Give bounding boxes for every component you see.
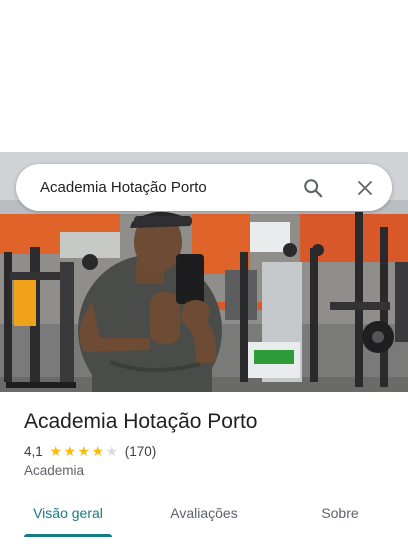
place-info: Academia Hotação Porto 4,1 ★ ★ ★ ★ ★ (170) A… bbox=[24, 408, 392, 478]
star-icon: ★ bbox=[105, 443, 119, 459]
search-bar[interactable]: Academia Hotação Porto bbox=[16, 164, 392, 211]
tab-avaliacoes[interactable]: Avaliações bbox=[136, 496, 272, 540]
close-icon[interactable] bbox=[351, 174, 379, 202]
review-count[interactable]: (170) bbox=[125, 444, 157, 459]
tab-visao-geral[interactable]: Visão geral bbox=[0, 496, 136, 540]
place-title: Academia Hotação Porto bbox=[24, 410, 258, 433]
tab-sobre[interactable]: Sobre bbox=[272, 496, 408, 540]
tab-label: Visão geral bbox=[33, 505, 103, 521]
star-icon: ★ bbox=[77, 443, 91, 459]
tab-label: Avaliações bbox=[170, 505, 238, 521]
rating-value: 4,1 bbox=[24, 443, 43, 459]
tab-label: Sobre bbox=[321, 505, 359, 521]
rating-stars: ★ ★ ★ ★ ★ bbox=[49, 444, 119, 458]
place-category[interactable]: Academia bbox=[24, 463, 392, 478]
star-icon: ★ bbox=[49, 443, 63, 459]
star-icon: ★ bbox=[91, 443, 105, 459]
search-input[interactable]: Academia Hotação Porto bbox=[40, 179, 299, 196]
place-page: Academia Hotação Porto Academia Hotação … bbox=[0, 0, 408, 544]
active-tab-indicator bbox=[24, 534, 112, 537]
search-icon[interactable] bbox=[299, 174, 327, 202]
star-icon: ★ bbox=[63, 443, 77, 459]
rating-row[interactable]: 4,1 ★ ★ ★ ★ ★ (170) bbox=[24, 442, 392, 460]
place-tabs: Visão geral Avaliações Sobre bbox=[0, 496, 408, 540]
